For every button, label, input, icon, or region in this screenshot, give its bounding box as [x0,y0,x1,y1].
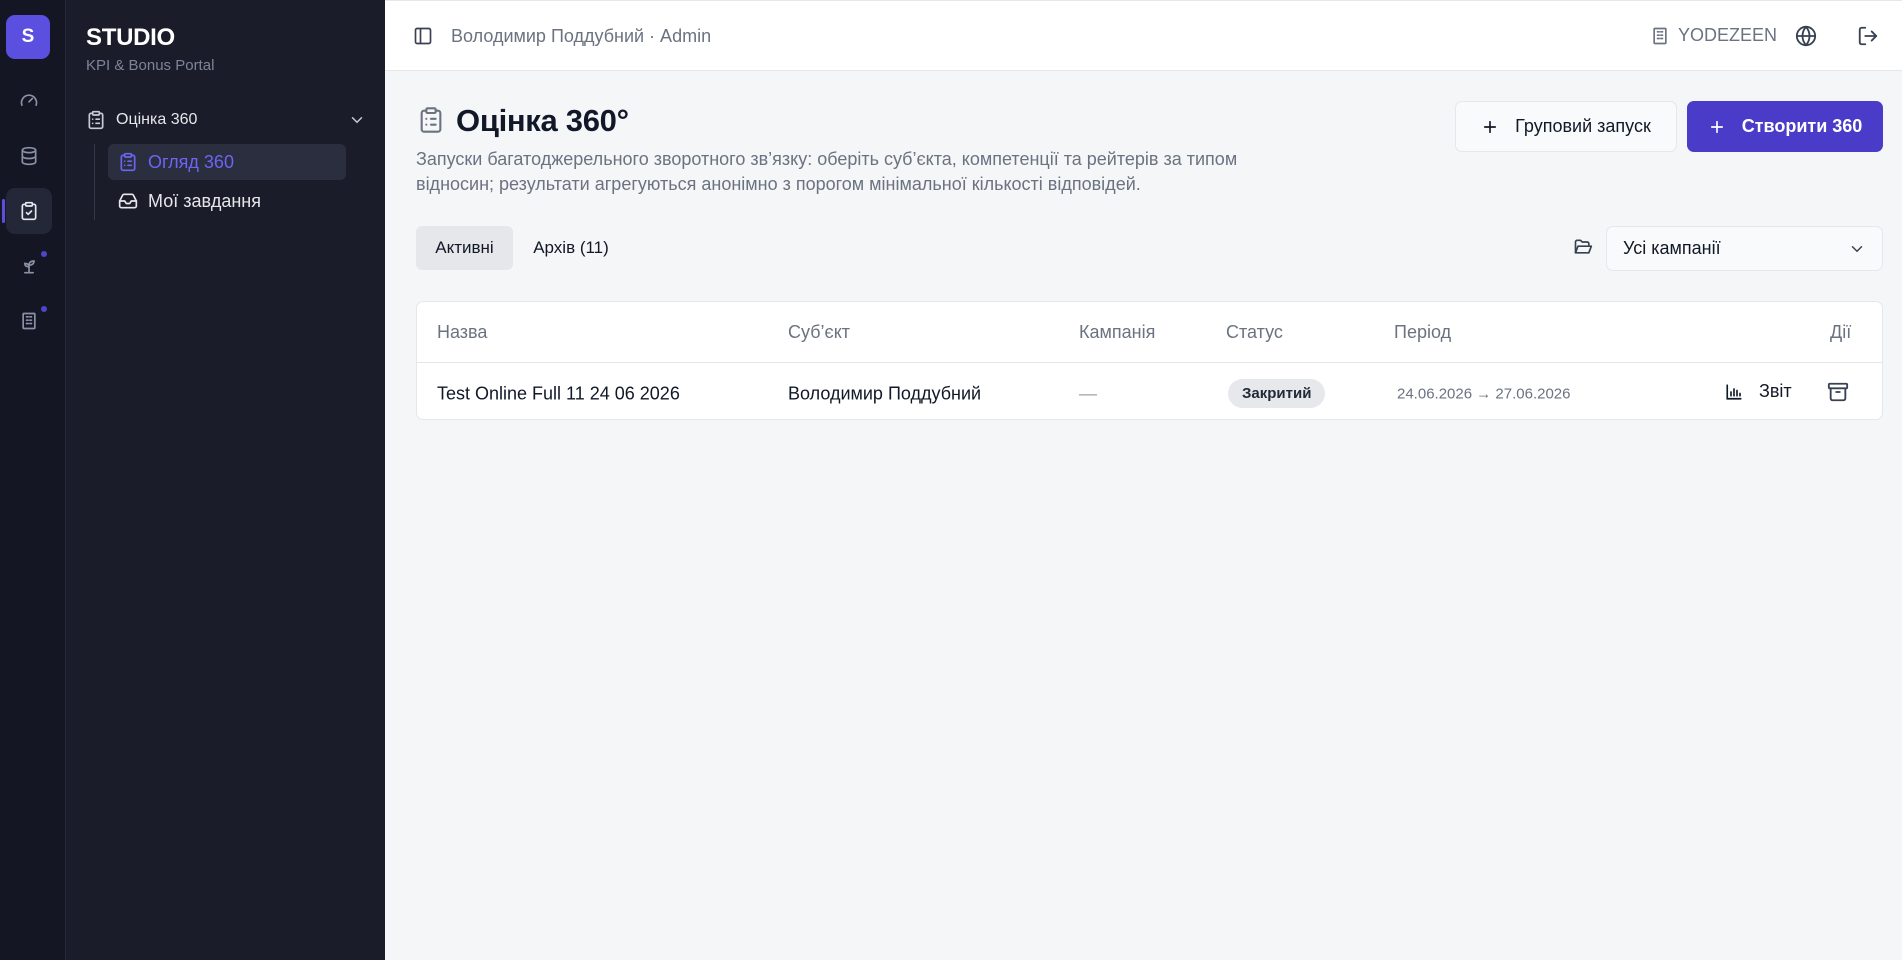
create-360-button[interactable]: Створити 360 [1687,101,1883,152]
notification-dot [41,306,47,312]
brand-title: STUDIO [86,24,175,51]
sidebar-item-overview-360[interactable]: Огляд 360 [108,144,346,180]
column-header-subject: Суб’єкт [788,322,851,342]
report-label: Звіт [1759,381,1792,401]
page-description: Запуски багатоджерельного зворотного зв’… [416,149,1238,194]
column-header-name: Назва [437,322,488,342]
campaign-filter-select[interactable]: Усі кампанії [1606,226,1883,271]
assessments-table: Назва Суб’єкт Кампанія Статус Період Дії… [416,301,1883,420]
sidebar-toggle-icon[interactable] [413,26,433,46]
tab-archive[interactable]: Архів (11) [519,226,623,270]
app-logo[interactable]: S [6,15,50,59]
database-rail-button[interactable] [6,133,52,179]
organization-rail-button[interactable] [6,298,52,344]
organization-name: YODEZEEN [1678,25,1778,45]
tab-active[interactable]: Активні [416,226,513,270]
archive-icon[interactable] [1827,381,1849,403]
table-header: Назва Суб’єкт Кампанія Статус Період Дії [417,302,1882,363]
sprout-icon [23,260,35,274]
row-name[interactable]: Test Online Full 11 24 06 2026 [437,384,680,405]
bar-chart-icon [1726,383,1742,400]
notification-dot [41,251,47,257]
assessment-rail-button[interactable] [2,188,52,234]
status-badge: Закритий [1228,379,1326,408]
sidebar-item-label: Мої завдання [148,190,261,211]
tree-line [94,144,95,220]
campaign-filter-value: Усі кампанії [1623,238,1721,258]
chevron-down-icon [1851,246,1863,253]
column-header-period: Період [1394,322,1452,342]
sidebar-group-360[interactable]: Оцінка 360 [86,108,366,132]
column-header-campaign: Кампанія [1079,322,1156,342]
row-campaign: — [1079,383,1097,404]
group-launch-label: Груповий запуск [1515,116,1651,136]
report-button[interactable]: Звіт [1725,381,1792,402]
globe-icon[interactable] [1795,25,1817,47]
breadcrumb: Володимир Поддубний · Admin [451,26,712,46]
top-bar: Володимир Поддубний · Admin YODEZEEN [385,0,1902,71]
column-header-actions: Дії [1830,322,1852,342]
speedometer-icon [20,94,38,106]
building-icon [22,312,36,330]
sidebar: STUDIO KPI & Bonus Portal Оцінка 360 Огл… [66,0,385,960]
main-content: Оцінка 360° Запуски багатоджерельного зв… [385,71,1902,960]
brand-subtitle: KPI & Bonus Portal [86,57,215,74]
plus-icon [1481,118,1499,136]
page-title: Оцінка 360° [456,103,629,138]
row-subject: Володимир Поддубний [788,383,982,404]
inbox-icon [118,193,138,209]
chevron-down-icon [351,117,363,124]
icon-rail: S [0,0,66,960]
database-icon [21,146,37,166]
active-indicator [2,199,5,223]
organization-label[interactable]: YODEZEEN [1650,25,1777,46]
logout-icon[interactable] [1857,25,1879,47]
clipboard-list-icon [420,107,442,133]
folder-open-icon [1574,239,1593,254]
sidebar-group-label: Оцінка 360 [116,111,198,128]
group-launch-button[interactable]: Груповий запуск [1455,101,1677,152]
column-header-status: Статус [1226,322,1283,342]
clipboard-list-icon [88,110,104,130]
sidebar-item-my-tasks[interactable]: Мої завдання [108,183,346,219]
building-icon [1653,27,1667,44]
clipboard-list-icon [120,152,136,172]
growth-rail-button[interactable] [6,243,52,289]
row-period: 24.06.2026 → 27.06.2026 [1397,385,1571,403]
sidebar-item-label: Огляд 360 [148,151,234,172]
clipboard-check-icon [21,201,37,221]
dashboard-rail-button[interactable] [6,78,52,124]
plus-icon [1708,118,1726,136]
create-360-label: Створити 360 [1741,116,1863,136]
